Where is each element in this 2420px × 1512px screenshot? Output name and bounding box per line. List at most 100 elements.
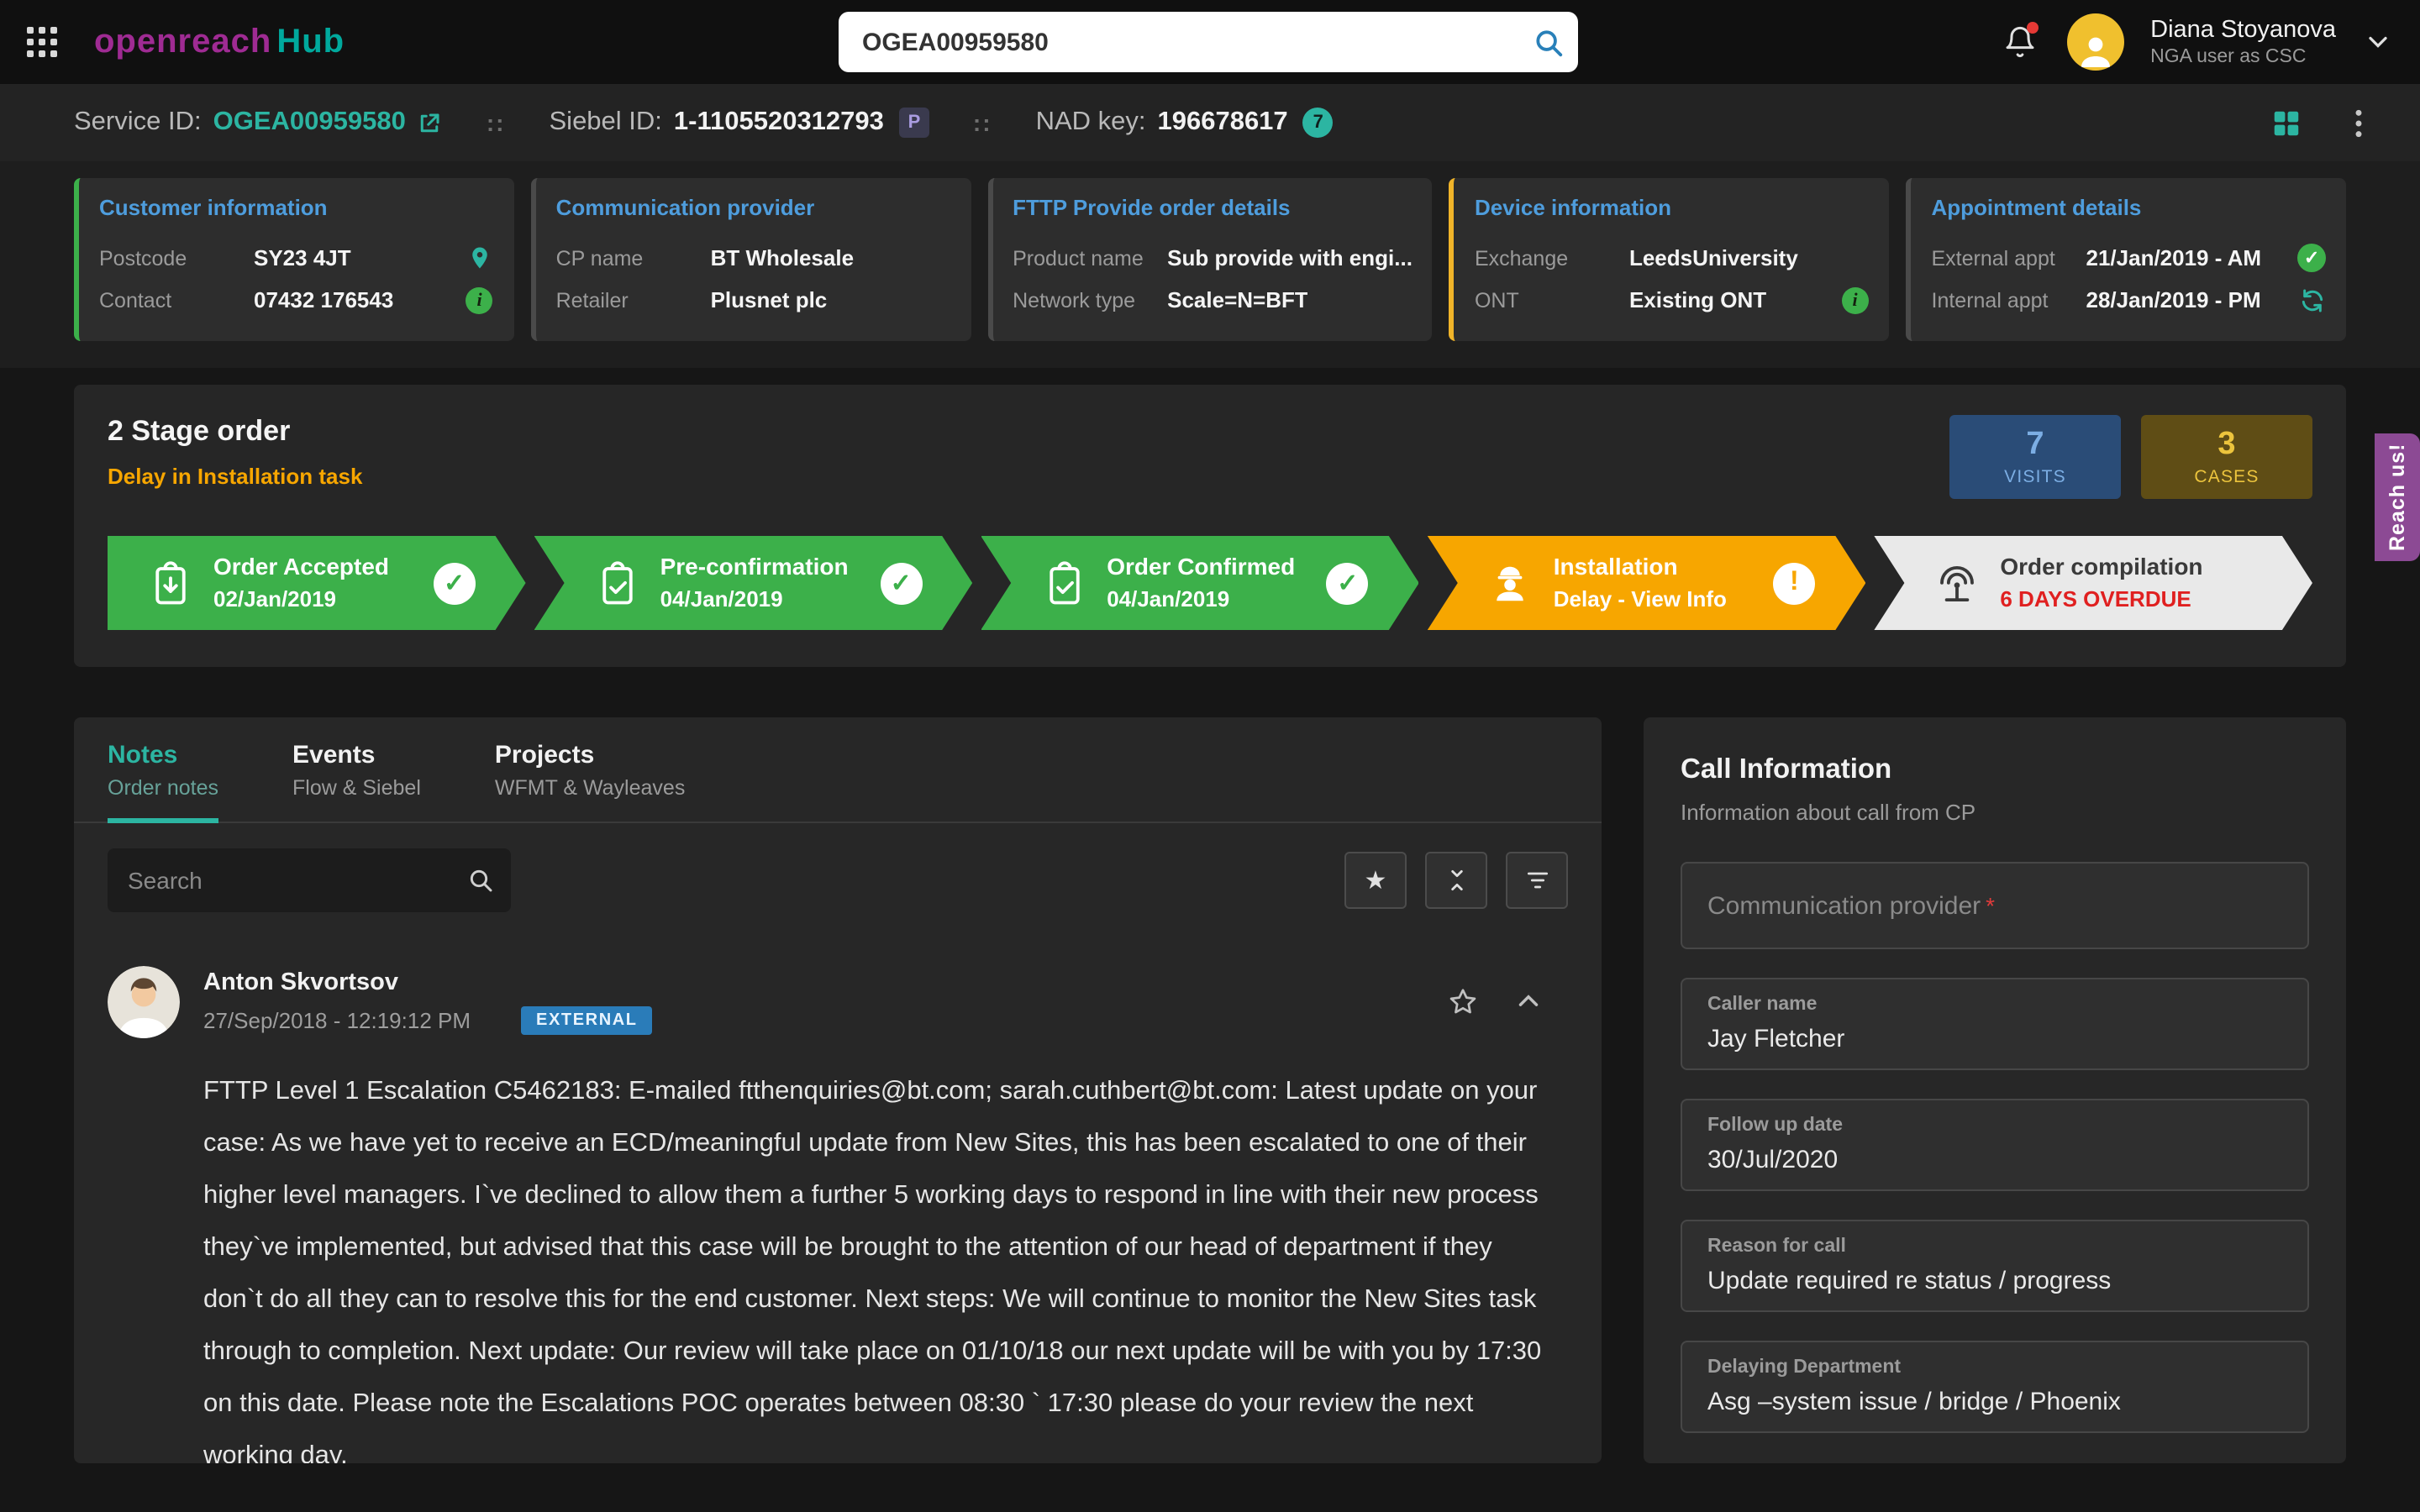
favourite-notes-button[interactable]: ★ bbox=[1344, 852, 1407, 909]
row-label: Network type bbox=[1013, 288, 1167, 312]
card-row: Product name Sub provide with engi... bbox=[1013, 237, 1413, 279]
nad-count-badge[interactable]: 7 bbox=[1303, 108, 1334, 138]
topbar: openreachHub Diana Stoyanova NGA user as… bbox=[0, 0, 2420, 84]
step-subtitle: 04/Jan/2019 bbox=[1107, 586, 1295, 615]
notes-search-box bbox=[108, 848, 511, 912]
exclamation-circle-icon: ! bbox=[1773, 562, 1815, 604]
order-panel-header: 2 Stage order Delay in Installation task… bbox=[108, 415, 2312, 499]
check-circle-icon: ✓ bbox=[434, 562, 476, 604]
note-timestamp: 27/Sep/2018 - 12:19:12 PM bbox=[203, 1008, 471, 1033]
row-label: External appt bbox=[1932, 246, 2086, 270]
search-icon[interactable] bbox=[1518, 12, 1578, 72]
refresh-icon[interactable] bbox=[2297, 286, 2326, 314]
chevron-up-icon[interactable] bbox=[1512, 986, 1544, 1018]
card-title: Appointment details bbox=[1932, 195, 2327, 220]
row-label: CP name bbox=[556, 246, 711, 270]
step-title: Order compilation bbox=[2000, 551, 2202, 581]
summary-cards-row: Customer information Postcode SY23 4JT C… bbox=[74, 178, 2346, 341]
reason-for-call-field[interactable]: Reason for call Update required re statu… bbox=[1681, 1220, 2309, 1312]
chevron-down-icon[interactable] bbox=[2363, 27, 2393, 57]
siebel-id-value: 1-1105520312793 bbox=[674, 108, 884, 138]
call-form: Communication provider * Caller name Jay… bbox=[1681, 862, 2309, 1433]
search-input[interactable] bbox=[839, 28, 1518, 56]
filter-notes-button[interactable] bbox=[1506, 852, 1568, 909]
card-row: ONT Existing ONT i bbox=[1475, 279, 1870, 321]
service-id-value[interactable]: OGEA00959580 bbox=[213, 108, 406, 138]
visits-stat[interactable]: 7 VISITS bbox=[1949, 415, 2121, 499]
cases-stat[interactable]: 3 CASES bbox=[2141, 415, 2312, 499]
user-name: Diana Stoyanova bbox=[2150, 15, 2336, 45]
step-order-compilation[interactable]: Order compilation 6 DAYS OVERDUE bbox=[1874, 536, 2312, 630]
caller-name-field[interactable]: Caller name Jay Fletcher bbox=[1681, 978, 2309, 1070]
engineer-hardhat-icon bbox=[1488, 560, 1534, 606]
field-label: Follow up date bbox=[1707, 1116, 2282, 1136]
card-customer-information: Customer information Postcode SY23 4JT C… bbox=[74, 178, 514, 341]
siebel-p-badge[interactable]: P bbox=[899, 108, 929, 138]
step-subtitle: 04/Jan/2019 bbox=[660, 586, 849, 615]
note-author-name: Anton Skvortsov bbox=[203, 969, 653, 996]
info-circle-icon[interactable]: i bbox=[466, 286, 494, 314]
collapse-notes-button[interactable] bbox=[1425, 852, 1487, 909]
card-title: Device information bbox=[1475, 195, 1870, 220]
step-order-accepted[interactable]: Order Accepted 02/Jan/2019 ✓ bbox=[108, 536, 526, 630]
row-value: LeedsUniversity bbox=[1629, 245, 1798, 270]
cases-count: 3 bbox=[2217, 428, 2235, 459]
external-badge: EXTERNAL bbox=[521, 1006, 653, 1035]
reach-us-tab[interactable]: Reach us! bbox=[2375, 433, 2420, 561]
communication-provider-select[interactable]: Communication provider * bbox=[1681, 862, 2309, 949]
row-value: 07432 176543 bbox=[254, 287, 393, 312]
grid-view-icon[interactable] bbox=[2270, 107, 2302, 139]
logo-text-secondary: Hub bbox=[276, 23, 345, 60]
row-value: Plusnet plc bbox=[711, 287, 828, 312]
notes-search-input[interactable] bbox=[128, 867, 467, 894]
step-subtitle: 02/Jan/2019 bbox=[213, 586, 389, 615]
location-pin-icon[interactable] bbox=[466, 244, 494, 272]
follow-up-date-field[interactable]: Follow up date 30/Jul/2020 bbox=[1681, 1099, 2309, 1191]
info-circle-icon[interactable]: i bbox=[1841, 286, 1870, 314]
tab-label: Notes bbox=[108, 741, 218, 769]
logo-text-primary: openreach bbox=[94, 23, 271, 60]
notifications-bell-icon[interactable] bbox=[1999, 22, 2039, 62]
field-label: Caller name bbox=[1707, 995, 2282, 1015]
field-value: 30/Jul/2020 bbox=[1707, 1146, 2282, 1174]
card-communication-provider: Communication provider CP name BT Wholes… bbox=[531, 178, 971, 341]
service-id-label: Service ID: bbox=[74, 108, 202, 138]
kebab-menu-icon[interactable] bbox=[2343, 108, 2373, 138]
card-fttp-order-details: FTTP Provide order details Product name … bbox=[987, 178, 1433, 341]
collapse-icon bbox=[1443, 867, 1470, 894]
clipboard-check-icon bbox=[595, 560, 640, 606]
row-value: Scale=N=BFT bbox=[1167, 287, 1308, 312]
tab-sublabel: Flow & Siebel bbox=[292, 776, 421, 800]
tab-notes[interactable]: Notes Order notes bbox=[108, 741, 218, 823]
note-author-block: Anton Skvortsov 27/Sep/2018 - 12:19:12 P… bbox=[203, 969, 653, 1035]
topbar-right: Diana Stoyanova NGA user as CSC bbox=[1999, 13, 2393, 71]
tab-events[interactable]: Events Flow & Siebel bbox=[292, 741, 421, 823]
card-row: Postcode SY23 4JT bbox=[99, 237, 494, 279]
step-texts: Pre-confirmation 04/Jan/2019 bbox=[660, 551, 849, 615]
delaying-department-field[interactable]: Delaying Department Asg –system issue / … bbox=[1681, 1341, 2309, 1433]
step-order-confirmed[interactable]: Order Confirmed 04/Jan/2019 ✓ bbox=[981, 536, 1419, 630]
star-outline-icon[interactable] bbox=[1447, 986, 1479, 1018]
apps-grid-icon[interactable] bbox=[27, 27, 57, 57]
row-label: Product name bbox=[1013, 246, 1167, 270]
note-actions bbox=[1447, 986, 1544, 1018]
note-body-text: FTTP Level 1 Escalation C5462183: E-mail… bbox=[203, 1065, 1548, 1463]
user-avatar[interactable] bbox=[2066, 13, 2123, 71]
step-pre-confirmation[interactable]: Pre-confirmation 04/Jan/2019 ✓ bbox=[534, 536, 973, 630]
call-panel-title: Call Information bbox=[1681, 754, 2309, 786]
step-installation-delay[interactable]: Installation Delay - View Info ! bbox=[1428, 536, 1866, 630]
field-placeholder: Communication provider bbox=[1707, 891, 1981, 920]
nad-key-value: 196678617 bbox=[1158, 108, 1288, 138]
note-author-avatar bbox=[108, 966, 180, 1038]
row-value: SY23 4JT bbox=[254, 245, 351, 270]
row-label: Contact bbox=[99, 288, 254, 312]
external-link-icon[interactable] bbox=[418, 110, 443, 135]
notes-panel: Notes Order notes Events Flow & Siebel P… bbox=[74, 717, 1602, 1463]
row-label: Retailer bbox=[556, 288, 711, 312]
separator: :: bbox=[487, 109, 506, 136]
visits-label: VISITS bbox=[2004, 466, 2066, 486]
tab-projects[interactable]: Projects WFMT & Wayleaves bbox=[495, 741, 685, 823]
step-title: Order Accepted bbox=[213, 551, 389, 581]
check-circle-icon: ✓ bbox=[1327, 562, 1369, 604]
openreach-logo[interactable]: openreachHub bbox=[94, 23, 345, 61]
